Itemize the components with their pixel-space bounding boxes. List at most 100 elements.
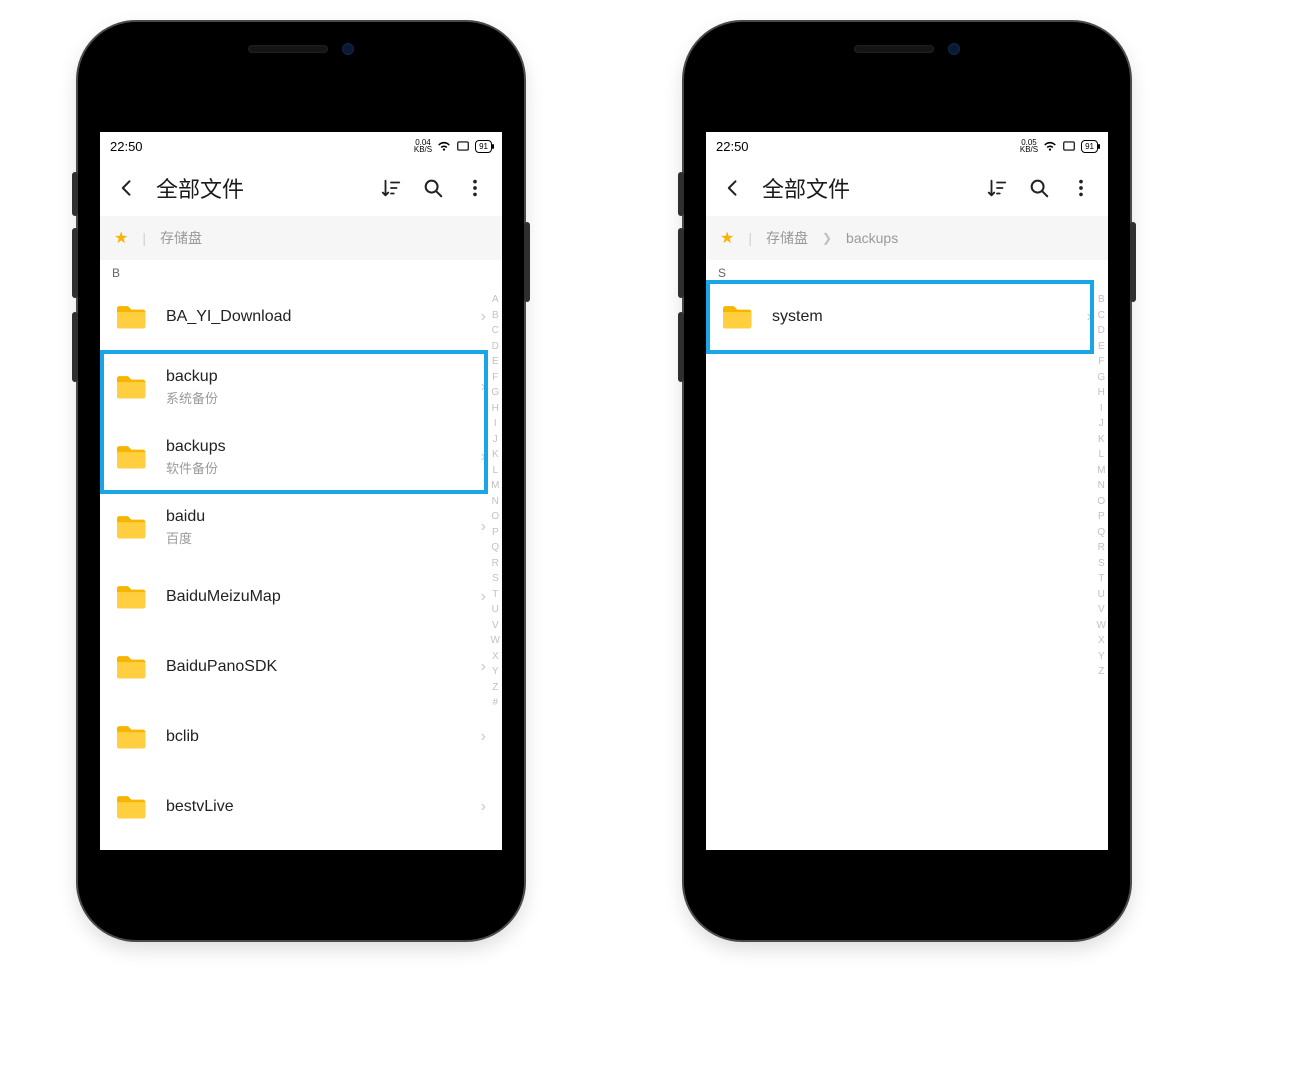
folder-name: system [772, 307, 1069, 326]
alpha-index-letter[interactable]: U [1098, 587, 1105, 603]
alpha-index-letter[interactable]: X [492, 649, 499, 665]
alpha-index-letter[interactable]: D [492, 339, 499, 355]
folder-row[interactable]: system› [706, 282, 1108, 352]
alpha-index-letter[interactable]: R [492, 556, 499, 572]
alpha-index-letter[interactable]: P [492, 525, 499, 541]
folder-name: backup [166, 367, 463, 386]
breadcrumb-item[interactable]: 存储盘 [160, 228, 202, 248]
alpha-index-letter[interactable]: W [491, 633, 500, 649]
status-time: 22:50 [110, 139, 143, 154]
folder-labels: bestvLive [166, 797, 463, 816]
alpha-index[interactable]: BCDEFGHIJKLMNOPQRSTUVWXYZ [1097, 292, 1106, 842]
alpha-index-letter[interactable]: Y [1098, 649, 1105, 665]
back-button[interactable] [110, 171, 144, 205]
sort-button[interactable] [980, 171, 1014, 205]
folder-name: bclib [166, 727, 463, 746]
alpha-index-letter[interactable]: K [1098, 432, 1105, 448]
folder-labels: BA_YI_Download [166, 307, 463, 326]
alpha-index-letter[interactable]: M [1097, 463, 1105, 479]
folder-row[interactable]: backup系统备份› [100, 352, 502, 422]
alpha-index-letter[interactable]: I [494, 416, 497, 432]
alpha-index-letter[interactable]: R [1098, 540, 1105, 556]
favorite-icon[interactable]: ★ [114, 228, 128, 248]
alpha-index-letter[interactable]: N [492, 494, 499, 510]
sort-button[interactable] [374, 171, 408, 205]
chevron-right-icon: › [481, 588, 488, 606]
alpha-index-letter[interactable]: H [492, 401, 499, 417]
alpha-index-letter[interactable]: H [1098, 385, 1105, 401]
alpha-index-letter[interactable]: S [492, 571, 499, 587]
search-button[interactable] [1022, 171, 1056, 205]
alpha-index-letter[interactable]: D [1098, 323, 1105, 339]
alpha-index-letter[interactable]: # [492, 695, 498, 711]
alpha-index-letter[interactable]: V [492, 618, 499, 634]
phone-bezel-bottom [684, 850, 1130, 940]
alpha-index-letter[interactable]: C [1098, 308, 1105, 324]
alpha-index-letter[interactable]: F [492, 370, 498, 386]
back-button[interactable] [716, 171, 750, 205]
alpha-index-letter[interactable]: U [492, 602, 499, 618]
alpha-index-letter[interactable]: S [1098, 556, 1105, 572]
network-speed-unit: KB/S [414, 146, 432, 153]
more-button[interactable] [458, 171, 492, 205]
alpha-index-letter[interactable]: X [1098, 633, 1105, 649]
alpha-index-letter[interactable]: W [1097, 618, 1106, 634]
alpha-index-letter[interactable]: B [492, 308, 499, 324]
alpha-index-letter[interactable]: Q [1097, 525, 1105, 541]
alpha-index-letter[interactable]: P [1098, 509, 1105, 525]
alpha-index-letter[interactable]: Z [1098, 664, 1104, 680]
alpha-index-letter[interactable]: J [493, 432, 498, 448]
folder-row[interactable]: BA_YI_Download› [100, 282, 502, 352]
alpha-index-letter[interactable]: B [1098, 292, 1105, 308]
alpha-index-letter[interactable]: T [1098, 571, 1104, 587]
folder-row[interactable]: backups软件备份› [100, 422, 502, 492]
alpha-index-letter[interactable]: L [1098, 447, 1104, 463]
battery-icon: 91 [1081, 140, 1098, 153]
alpha-index-letter[interactable]: I [1100, 401, 1103, 417]
wifi-icon [437, 140, 451, 152]
folder-list[interactable]: BA_YI_Download›backup系统备份›backups软件备份›ba… [100, 282, 502, 842]
alpha-index-letter[interactable]: E [1098, 339, 1105, 355]
folder-name: backups [166, 437, 463, 456]
alpha-index-letter[interactable]: O [491, 509, 499, 525]
more-button[interactable] [1064, 171, 1098, 205]
alpha-index-letter[interactable]: A [492, 292, 499, 308]
alpha-index-letter[interactable]: E [492, 354, 499, 370]
alpha-index-letter[interactable]: Y [492, 664, 499, 680]
side-button [524, 222, 530, 302]
alpha-index-letter[interactable]: G [491, 385, 499, 401]
alpha-index-letter[interactable]: O [1097, 494, 1105, 510]
phone-bezel-top [78, 22, 524, 132]
folder-row[interactable]: bclib› [100, 702, 502, 772]
chevron-right-icon: › [481, 448, 488, 466]
alpha-index-letter[interactable]: Z [492, 680, 498, 696]
alpha-index-letter[interactable]: F [1098, 354, 1104, 370]
alpha-index[interactable]: ABCDEFGHIJKLMNOPQRSTUVWXYZ# [491, 292, 500, 842]
breadcrumb-item[interactable]: 存储盘 [766, 228, 808, 248]
alpha-index-letter[interactable]: V [1098, 602, 1105, 618]
folder-row[interactable]: baidu百度› [100, 492, 502, 562]
alpha-index-letter[interactable]: L [492, 463, 498, 479]
folder-icon [114, 443, 148, 471]
chevron-right-icon: ❯ [822, 231, 832, 245]
alpha-index-letter[interactable]: T [492, 587, 498, 603]
alpha-index-letter[interactable]: Q [491, 540, 499, 556]
section-header: B [100, 260, 502, 282]
front-camera [342, 43, 354, 55]
alpha-index-letter[interactable]: C [492, 323, 499, 339]
breadcrumb-item[interactable]: backups [846, 230, 898, 246]
alpha-index-letter[interactable]: G [1097, 370, 1105, 386]
network-speed: 0.05 KB/S [1020, 139, 1038, 153]
search-button[interactable] [416, 171, 450, 205]
alpha-index-letter[interactable]: J [1099, 416, 1104, 432]
favorite-icon[interactable]: ★ [720, 228, 734, 248]
folder-row[interactable]: BaiduPanoSDK› [100, 632, 502, 702]
folder-labels: BaiduPanoSDK [166, 657, 463, 676]
folder-row[interactable]: bestvLive› [100, 772, 502, 842]
alpha-index-letter[interactable]: N [1098, 478, 1105, 494]
alpha-index-letter[interactable]: M [491, 478, 499, 494]
alpha-index-letter[interactable]: K [492, 447, 499, 463]
folder-row[interactable]: BaiduMeizuMap› [100, 562, 502, 632]
folder-list[interactable]: system› [706, 282, 1108, 352]
side-button [678, 312, 684, 382]
